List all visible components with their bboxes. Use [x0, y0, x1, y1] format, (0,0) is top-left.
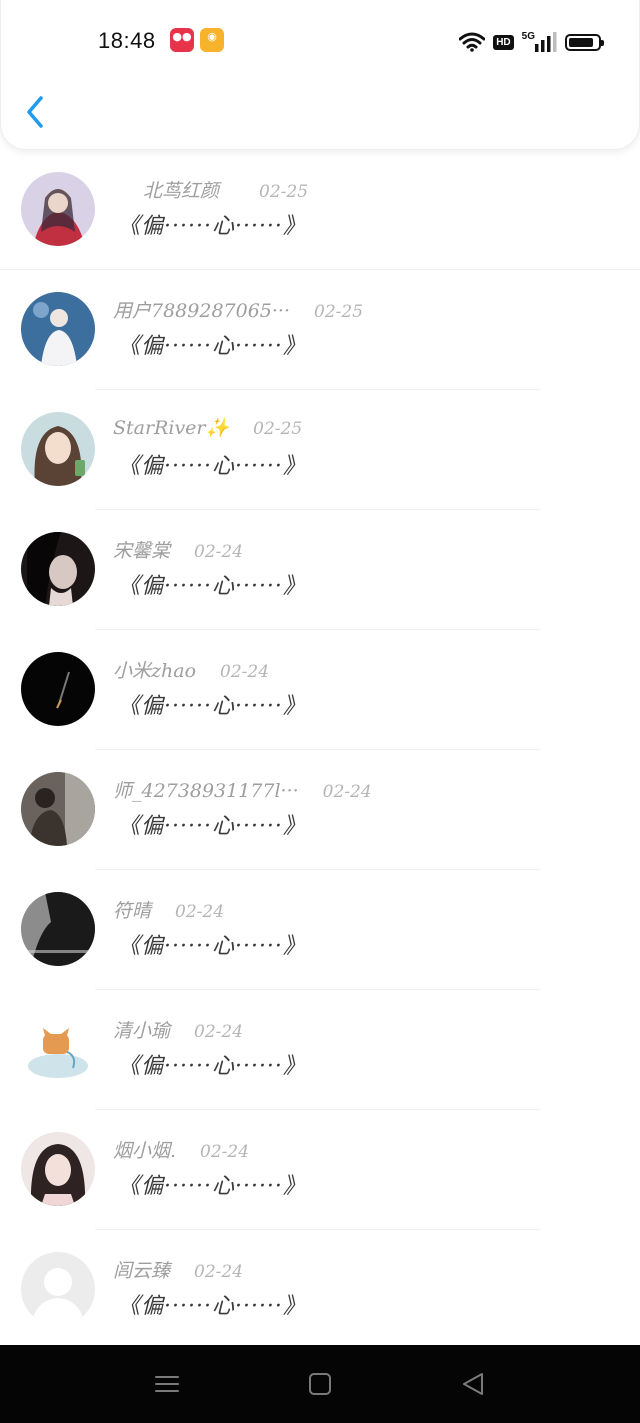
user-name[interactable]: 用户7889287065···	[113, 296, 290, 323]
list-item[interactable]: 闾云臻 02-24 《偏······心······》	[0, 1230, 640, 1350]
avatar[interactable]	[21, 772, 95, 846]
comment-text: 《偏······心······》	[118, 214, 306, 239]
user-name[interactable]: 师_42738931177l···	[113, 776, 299, 803]
home-square-icon	[309, 1373, 331, 1395]
avatar[interactable]	[21, 292, 95, 366]
comment-date: 02-25	[314, 302, 364, 322]
chevron-left-icon	[27, 96, 43, 128]
status-indicators: HD 5G	[459, 28, 604, 56]
comment-date: 02-24	[194, 1022, 244, 1042]
comment-date: 02-25	[259, 182, 309, 202]
avatar[interactable]	[21, 172, 95, 246]
comment-text: 《偏······心······》	[118, 934, 306, 959]
comment-list: 北茑红颜 02-25 《偏······心······》 用户7889287065…	[0, 150, 640, 1350]
comment-text: 《偏······心······》	[118, 334, 306, 359]
user-name[interactable]: 北茑红颜	[143, 176, 219, 203]
comment-text: 《偏······心······》	[118, 1054, 306, 1079]
list-item[interactable]: StarRiver✨ 02-25 《偏······心······》	[0, 390, 640, 510]
avatar[interactable]	[21, 1132, 95, 1206]
signal-icon	[535, 32, 557, 52]
list-item[interactable]: 小米zhao 02-24 《偏······心······》	[0, 630, 640, 750]
xiaohongshu-app-icon: ●●	[170, 28, 194, 52]
comment-text: 《偏······心······》	[118, 574, 306, 599]
comment-date: 02-24	[220, 662, 270, 682]
comment-date: 02-24	[175, 902, 225, 922]
user-name[interactable]: 清小瑜	[113, 1016, 170, 1043]
list-item[interactable]: 师_42738931177l··· 02-24 《偏······心······》	[0, 750, 640, 870]
comment-date: 02-24	[194, 1262, 244, 1282]
status-time: 18:48	[98, 28, 156, 53]
avatar[interactable]	[21, 1252, 95, 1326]
avatar[interactable]	[21, 1012, 95, 1086]
user-name[interactable]: 小米zhao	[113, 656, 196, 683]
list-item[interactable]: 北茑红颜 02-25 《偏······心······》	[0, 150, 640, 270]
user-name[interactable]: StarRiver✨	[113, 416, 229, 439]
hd-badge: HD	[493, 34, 514, 50]
nav-home-button[interactable]	[305, 1369, 335, 1399]
menu-icon	[155, 1376, 179, 1392]
network-type: 5G	[521, 30, 535, 42]
comment-text: 《偏······心······》	[118, 1294, 306, 1319]
comment-text: 《偏······心······》	[118, 814, 306, 839]
status-bar: 18:48 ●● ◉ HD 5G	[1, 22, 640, 62]
weibo-app-icon: ◉	[200, 28, 224, 52]
nav-back-button[interactable]	[458, 1369, 488, 1399]
list-item[interactable]: 烟小烟. 02-24 《偏······心······》	[0, 1110, 640, 1230]
nav-menu-button[interactable]	[152, 1369, 182, 1399]
user-name[interactable]: 符晴	[113, 896, 151, 923]
comment-date: 02-24	[322, 782, 372, 802]
comment-date: 02-25	[253, 419, 303, 439]
comment-date: 02-24	[200, 1142, 250, 1162]
user-name[interactable]: 烟小烟.	[113, 1136, 176, 1163]
comment-date: 02-24	[194, 542, 244, 562]
comment-text: 《偏······心······》	[118, 694, 306, 719]
comment-text: 《偏······心······》	[118, 454, 306, 479]
wifi-icon	[459, 32, 486, 52]
avatar[interactable]	[21, 412, 95, 486]
header-bar: 18:48 ●● ◉ HD 5G	[0, 0, 640, 150]
avatar[interactable]	[21, 652, 95, 726]
comment-text: 《偏······心······》	[118, 1174, 306, 1199]
avatar[interactable]	[21, 892, 95, 966]
user-name[interactable]: 闾云臻	[113, 1256, 170, 1283]
list-item[interactable]: 宋馨棠 02-24 《偏······心······》	[0, 510, 640, 630]
avatar[interactable]	[21, 532, 95, 606]
battery-icon	[565, 33, 604, 51]
list-item[interactable]: 用户7889287065··· 02-25 《偏······心······》	[0, 270, 640, 390]
user-name[interactable]: 宋馨棠	[113, 536, 170, 563]
list-item[interactable]: 清小瑜 02-24 《偏······心······》	[0, 990, 640, 1110]
triangle-back-icon	[463, 1373, 483, 1395]
system-nav-bar	[0, 1345, 640, 1423]
back-button[interactable]	[19, 92, 53, 132]
list-item[interactable]: 符晴 02-24 《偏······心······》	[0, 870, 640, 990]
